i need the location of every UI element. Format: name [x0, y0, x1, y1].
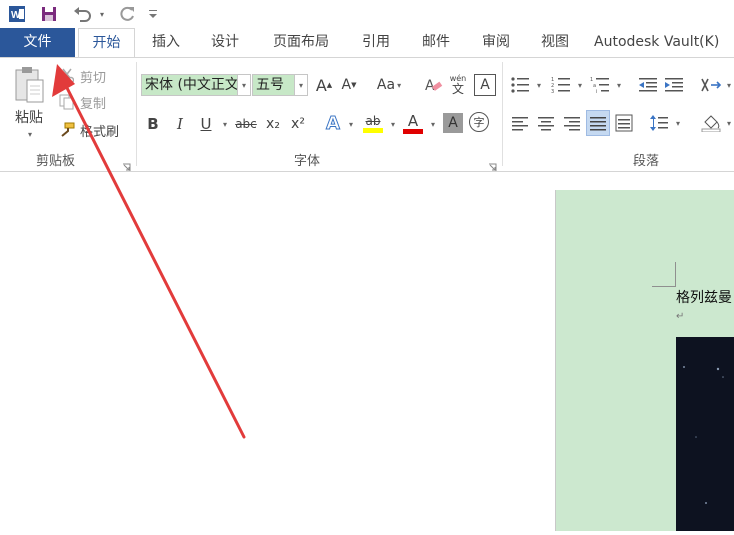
tab-file[interactable]: 文件: [0, 28, 75, 57]
chinese-layout-icon[interactable]: [699, 74, 723, 96]
format-painter-button[interactable]: 格式刷: [80, 121, 119, 140]
shrink-font-icon[interactable]: A ▼: [338, 74, 360, 96]
tab-view[interactable]: 视图: [533, 28, 577, 57]
tab-design[interactable]: 设计: [203, 28, 247, 57]
grow-font-icon[interactable]: A ▲: [313, 74, 335, 96]
undo-dropdown-icon[interactable]: ▾: [96, 3, 106, 25]
bullets-icon[interactable]: [509, 74, 531, 96]
cut-icon[interactable]: [58, 67, 76, 85]
clear-formatting-icon[interactable]: A: [423, 74, 445, 96]
save-icon[interactable]: [38, 3, 60, 25]
font-name-combo[interactable]: 宋体 (中文正文): [141, 74, 238, 96]
quick-access-toolbar: W ▾: [0, 0, 734, 28]
align-left-icon[interactable]: [509, 112, 531, 134]
chinese-layout-dropdown-icon[interactable]: ▾: [722, 74, 734, 96]
shading-icon[interactable]: [699, 112, 723, 134]
italic-icon[interactable]: I: [170, 113, 190, 135]
paragraph-mark-icon: ↵: [676, 311, 685, 322]
justify-icon[interactable]: [586, 110, 610, 136]
decrease-indent-icon[interactable]: [637, 74, 659, 96]
strikethrough-icon[interactable]: abc: [233, 113, 259, 135]
numbering-icon[interactable]: 123: [550, 74, 572, 96]
tab-review[interactable]: 审阅: [474, 28, 518, 57]
subscript-icon[interactable]: x₂: [262, 113, 284, 135]
word-logo-icon: W: [6, 3, 28, 25]
svg-text:3: 3: [551, 89, 554, 94]
underline-dropdown-icon[interactable]: ▾: [217, 113, 231, 135]
align-right-icon[interactable]: [561, 112, 583, 134]
tab-insert[interactable]: 插入: [144, 28, 188, 57]
increase-indent-icon[interactable]: [663, 74, 685, 96]
multilevel-list-dropdown-icon[interactable]: ▾: [612, 74, 624, 96]
clipboard-group-label: 剪贴板: [36, 154, 76, 169]
clipboard-dialog-launcher-icon[interactable]: [122, 157, 131, 171]
redo-icon[interactable]: [116, 3, 138, 25]
superscript-icon[interactable]: x²: [287, 113, 309, 135]
text-effects-icon[interactable]: A: [322, 111, 344, 135]
multilevel-list-icon[interactable]: 1ai: [589, 74, 611, 96]
bold-icon[interactable]: B: [143, 113, 163, 135]
crop-mark: [675, 262, 676, 287]
font-color-icon[interactable]: A: [401, 110, 425, 136]
distributed-icon[interactable]: [613, 112, 635, 134]
document-page[interactable]: 格列兹曼 ↵: [555, 190, 734, 531]
paste-button[interactable]: 粘贴: [12, 108, 46, 126]
tab-references[interactable]: 引用: [354, 28, 398, 57]
numbering-dropdown-icon[interactable]: ▾: [573, 74, 585, 96]
ribbon: 粘贴 ▾ 剪切 复制 格式刷 剪贴板 宋体 (中文正文) ▾ 五号 ▾ A ▲ A…: [0, 57, 734, 172]
character-shading-icon[interactable]: A: [443, 113, 463, 133]
customize-qat-icon[interactable]: [146, 3, 160, 25]
group-separator: [502, 62, 503, 166]
paste-icon[interactable]: [10, 64, 50, 104]
paste-dropdown-icon[interactable]: ▾: [23, 128, 35, 140]
line-spacing-icon[interactable]: [648, 112, 670, 134]
align-center-icon[interactable]: [535, 112, 557, 134]
format-painter-icon[interactable]: [58, 121, 76, 139]
highlight-dropdown-icon[interactable]: ▾: [386, 113, 398, 135]
cut-button[interactable]: 剪切: [80, 67, 106, 86]
highlight-color-icon[interactable]: ab: [361, 110, 385, 136]
tab-autodesk-vault[interactable]: Autodesk Vault(K): [594, 28, 734, 57]
crop-mark: [652, 286, 676, 287]
undo-icon[interactable]: [70, 3, 94, 25]
font-dialog-launcher-icon[interactable]: [488, 157, 497, 171]
ribbon-tabs: 文件 开始 插入 设计 页面布局 引用 邮件 审阅 视图 Autodesk Va…: [0, 28, 734, 58]
tab-home[interactable]: 开始: [78, 28, 135, 58]
tab-mailings[interactable]: 邮件: [414, 28, 458, 57]
font-name-dropdown-icon[interactable]: ▾: [237, 74, 251, 96]
inserted-image[interactable]: [676, 337, 734, 531]
line-spacing-dropdown-icon[interactable]: ▾: [671, 112, 683, 134]
copy-icon[interactable]: [58, 93, 76, 111]
document-text[interactable]: 格列兹曼: [676, 287, 732, 307]
underline-icon[interactable]: U: [196, 113, 216, 135]
phonetic-guide-icon[interactable]: wén 文: [447, 72, 469, 98]
text-effects-dropdown-icon[interactable]: ▾: [344, 113, 356, 135]
change-case-icon[interactable]: Aa ▾: [373, 74, 405, 96]
font-group-label: 字体: [294, 154, 321, 169]
font-color-dropdown-icon[interactable]: ▾: [426, 113, 438, 135]
group-separator: [136, 62, 137, 166]
paragraph-group-label: 段落: [633, 154, 660, 169]
font-size-dropdown-icon[interactable]: ▾: [294, 74, 308, 96]
character-border-icon[interactable]: A: [474, 74, 496, 96]
bullets-dropdown-icon[interactable]: ▾: [532, 74, 544, 96]
document-area[interactable]: 格列兹曼 ↵: [0, 172, 734, 531]
font-size-combo[interactable]: 五号: [252, 74, 295, 96]
tab-page-layout[interactable]: 页面布局: [264, 28, 338, 57]
copy-button[interactable]: 复制: [80, 93, 106, 112]
enclose-characters-icon[interactable]: 字: [469, 112, 489, 132]
shading-dropdown-icon[interactable]: ▾: [722, 112, 734, 134]
svg-text:i: i: [596, 89, 597, 94]
